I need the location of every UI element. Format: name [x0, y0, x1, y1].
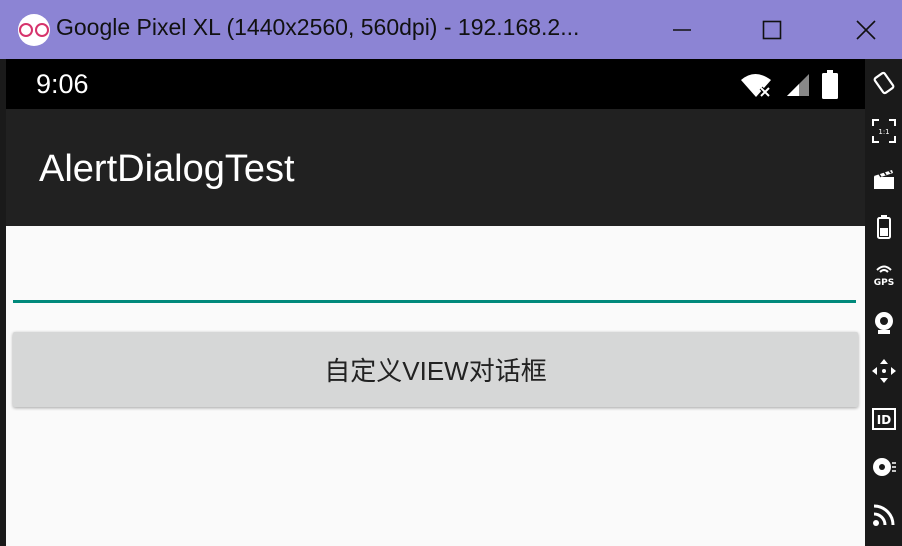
scale-icon: 1:1 [872, 119, 896, 143]
clapperboard-icon [874, 170, 894, 189]
gps-icon: GPS [874, 265, 894, 288]
id-label: ID [877, 413, 891, 427]
close-button[interactable] [836, 0, 896, 59]
window-titlebar: Google Pixel XL (1440x2560, 560dpi) - 19… [0, 0, 902, 59]
status-time: 9:06 [36, 69, 89, 99]
app-title: AlertDialogTest [39, 148, 295, 190]
move-arrows-icon [872, 359, 896, 383]
screencast-button[interactable] [868, 163, 900, 195]
rotate-icon [873, 71, 895, 95]
network-button[interactable] [868, 499, 900, 531]
gps-label: GPS [874, 278, 894, 288]
signal-icon [787, 74, 809, 96]
maximize-button[interactable] [742, 0, 802, 59]
disk-io-button[interactable] [868, 451, 900, 483]
status-icons [739, 70, 839, 100]
battery-widget-button[interactable] [868, 211, 900, 243]
camera-widget-button[interactable] [868, 307, 900, 339]
emulator-toolbar: 1:1 GPS ID [865, 59, 902, 546]
rss-icon [873, 504, 895, 526]
scale-ratio-label: 1:1 [878, 128, 889, 136]
disk-icon [873, 458, 896, 476]
custom-view-dialog-button[interactable]: 自定义VIEW对话框 [13, 332, 858, 407]
edit-text-underline [13, 300, 856, 303]
window-title: Google Pixel XL (1440x2560, 560dpi) - 19… [56, 14, 580, 40]
battery-widget-icon [877, 215, 891, 239]
edit-text-field[interactable] [13, 249, 856, 301]
app-bar: AlertDialogTest [6, 109, 865, 226]
device-id-button[interactable]: ID [868, 403, 900, 435]
status-bar: 9:06 [6, 59, 865, 109]
maximize-icon [762, 20, 782, 39]
minimize-button[interactable] [652, 0, 712, 59]
close-icon [856, 19, 876, 40]
pixel-perfect-button[interactable]: 1:1 [868, 115, 900, 147]
device-screen: 9:06 AlertDialogTest 自定义VIEW对话框 [6, 59, 865, 546]
remote-control-button[interactable] [868, 355, 900, 387]
battery-icon [822, 70, 838, 99]
wifi-off-icon [741, 74, 771, 98]
genymotion-logo-icon [18, 14, 50, 46]
rotate-button[interactable] [868, 67, 900, 99]
id-icon: ID [872, 408, 896, 430]
webcam-icon [875, 312, 893, 334]
gps-widget-button[interactable]: GPS [868, 259, 900, 291]
minimize-icon [673, 28, 691, 31]
